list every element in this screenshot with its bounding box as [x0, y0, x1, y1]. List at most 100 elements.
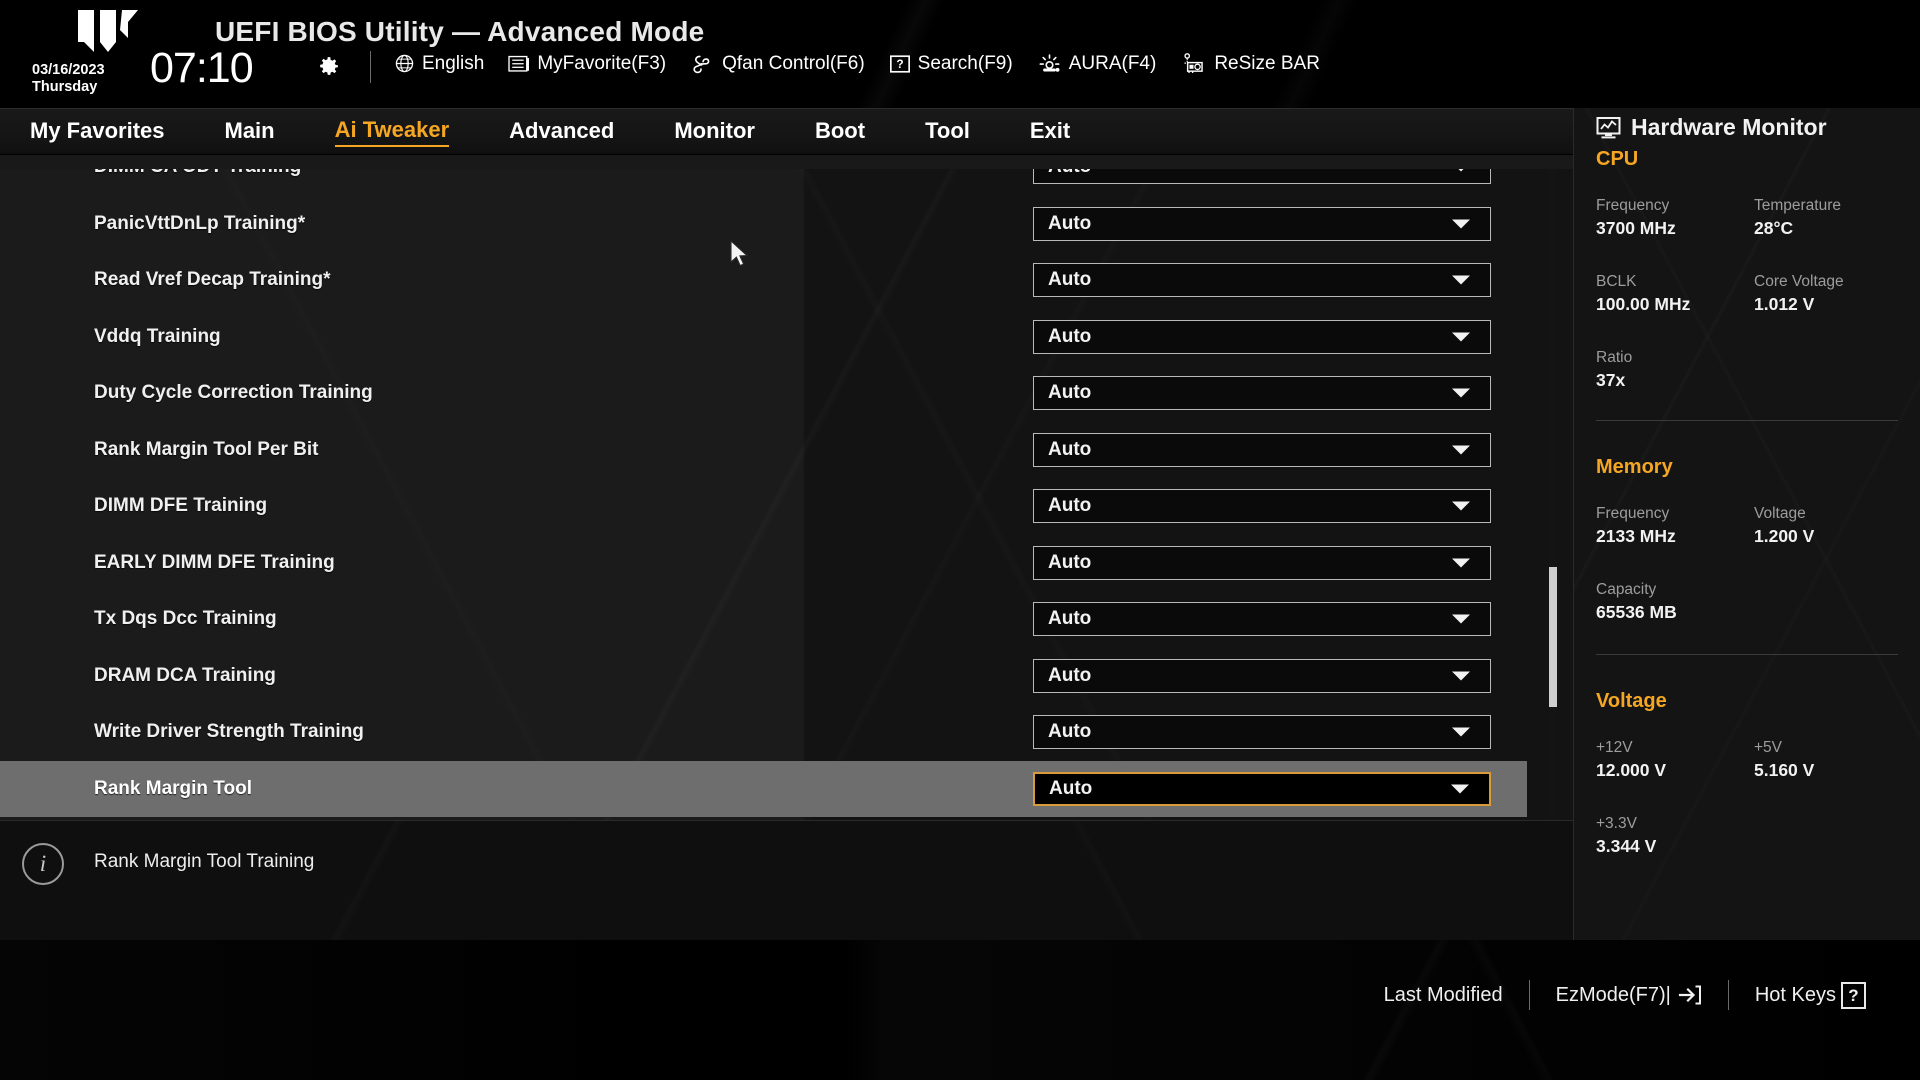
- setting-dropdown-value: Auto: [1048, 664, 1092, 686]
- hardware-monitor-title-label: Hardware Monitor: [1631, 114, 1827, 140]
- datetime-display: 03/16/2023 Thursday: [32, 62, 105, 96]
- hotkeys-button[interactable]: Hot Keys ?: [1729, 981, 1892, 1009]
- hw-field-key: +12V: [1596, 739, 1633, 756]
- nav-tab-main[interactable]: Main: [225, 118, 275, 146]
- setting-dropdown-value: Auto: [1049, 777, 1093, 799]
- setting-label: Write Driver Strength Training: [94, 721, 364, 742]
- chevron-down-icon[interactable]: [1452, 332, 1470, 341]
- setting-dropdown[interactable]: Auto: [1033, 376, 1491, 410]
- globe-icon: [395, 54, 414, 73]
- qfan-control-label: Qfan Control(F6): [722, 52, 865, 74]
- hw-field-key: +3.3V: [1596, 815, 1637, 832]
- setting-row[interactable]: Read Vref Decap Training* Auto: [0, 252, 1527, 308]
- chevron-down-icon[interactable]: [1452, 614, 1470, 624]
- hw-field-key: +5V: [1754, 739, 1783, 756]
- nav-tab-ai-tweaker[interactable]: Ai Tweaker: [334, 117, 450, 147]
- setting-label: Read Vref Decap Training*: [94, 269, 331, 290]
- setting-row[interactable]: EARLY DIMM DFE Training Auto: [0, 535, 1527, 591]
- ezmode-label: EzMode(F7)|: [1555, 983, 1671, 1006]
- hw-field-key: Voltage: [1754, 505, 1806, 522]
- setting-dropdown-value: Auto: [1048, 269, 1092, 290]
- chevron-down-icon[interactable]: [1452, 219, 1470, 228]
- footer-background: [0, 940, 1920, 1080]
- date-text: 03/16/2023: [32, 62, 105, 78]
- nav-tab-advanced[interactable]: Advanced: [509, 118, 614, 146]
- setting-row[interactable]: Rank Margin Tool Auto: [0, 760, 1527, 817]
- setting-dropdown[interactable]: Auto: [1033, 715, 1491, 749]
- hardware-monitor-panel: Hardware Monitor CPU Frequency 3700 MHz Tem…: [1573, 108, 1920, 940]
- setting-dropdown[interactable]: Auto: [1033, 545, 1491, 580]
- setting-dropdown[interactable]: Auto: [1033, 771, 1491, 806]
- setting-dropdown[interactable]: Auto: [1033, 489, 1491, 523]
- setting-row[interactable]: Write Driver Strength Training Auto: [0, 704, 1527, 760]
- gear-icon[interactable]: [316, 54, 341, 79]
- chevron-down-icon[interactable]: [1452, 671, 1470, 680]
- chevron-down-icon[interactable]: [1452, 445, 1470, 454]
- setting-dropdown[interactable]: Auto: [1033, 319, 1491, 354]
- search-button[interactable]: ? Search(F9): [889, 53, 1013, 75]
- setting-dropdown-value: Auto: [1048, 325, 1092, 347]
- setting-row[interactable]: Vddq Training Auto: [0, 309, 1527, 365]
- setting-dropdown[interactable]: Auto: [1033, 432, 1491, 467]
- question-box-icon: ?: [889, 54, 910, 73]
- nav-tab-boot[interactable]: Boot: [815, 118, 865, 146]
- setting-dropdown-value: Auto: [1048, 212, 1092, 234]
- fan-icon: [693, 55, 710, 73]
- chevron-down-icon[interactable]: [1452, 558, 1470, 567]
- hw-section-title-cpu: CPU: [1596, 148, 1639, 170]
- hw-field-key: Core Voltage: [1754, 273, 1844, 290]
- myfavorite-label: MyFavorite(F3): [537, 52, 667, 74]
- hw-field: +3.3V 3.344 V: [1596, 814, 1656, 858]
- setting-row[interactable]: Tx Dqs Dcc Training Auto: [0, 591, 1527, 647]
- nav-tab-my-favorites[interactable]: My Favorites: [30, 118, 165, 146]
- last-modified-button[interactable]: Last Modified: [1358, 984, 1529, 1007]
- header-bar: UEFI BIOS Utility — Advanced Mode 03/16/…: [0, 0, 1920, 108]
- nav-tab-exit[interactable]: Exit: [1030, 118, 1070, 146]
- scrollbar-track[interactable]: [1549, 155, 1557, 820]
- gpu-card-icon: [1184, 53, 1204, 74]
- hw-field-value: 12.000 V: [1596, 760, 1667, 780]
- setting-row[interactable]: PanicVttDnLp Training* Auto: [0, 196, 1527, 252]
- setting-row[interactable]: DIMM DFE Training Auto: [0, 478, 1527, 534]
- setting-row[interactable]: Rank Margin Tool Per Bit Auto: [0, 422, 1527, 478]
- setting-dropdown[interactable]: Auto: [1033, 658, 1491, 693]
- hw-field-value: 1.200 V: [1754, 526, 1815, 546]
- myfavorite-button[interactable]: MyFavorite(F3): [508, 53, 666, 75]
- chevron-down-icon[interactable]: [1452, 275, 1470, 285]
- setting-dropdown[interactable]: Auto: [1033, 206, 1491, 241]
- bios-screen: UEFI BIOS Utility — Advanced Mode 03/16/…: [0, 0, 1920, 1080]
- hw-field-key: Frequency: [1596, 505, 1670, 522]
- hw-field-value: 28°C: [1754, 218, 1794, 238]
- nav-tab-tool[interactable]: Tool: [925, 118, 970, 146]
- list-icon: [508, 55, 530, 72]
- setting-row[interactable]: Duty Cycle Correction Training Auto: [0, 365, 1527, 421]
- setting-label: Rank Margin Tool: [94, 777, 252, 799]
- tuf-logo-icon: [78, 10, 138, 52]
- hw-field: Temperature 28°C: [1754, 196, 1841, 240]
- hw-field: Core Voltage 1.012 V: [1754, 272, 1844, 316]
- list-top-mask: [0, 155, 1573, 169]
- hw-field: +5V 5.160 V: [1754, 738, 1814, 782]
- hotkeys-badge: ?: [1841, 981, 1866, 1009]
- setting-row[interactable]: DRAM DCA Training Auto: [0, 648, 1527, 704]
- resize-bar-button[interactable]: ReSize BAR: [1180, 52, 1320, 75]
- chevron-down-icon[interactable]: [1452, 388, 1470, 398]
- scrollbar-thumb[interactable]: [1549, 567, 1557, 707]
- hw-section-divider: [1596, 654, 1898, 655]
- hw-field: Voltage 1.200 V: [1754, 504, 1814, 548]
- nav-tab-monitor[interactable]: Monitor: [674, 118, 755, 146]
- qfan-control-button[interactable]: Qfan Control(F6): [690, 53, 865, 75]
- page-title: UEFI BIOS Utility — Advanced Mode: [215, 16, 705, 47]
- chevron-down-icon[interactable]: [1452, 501, 1470, 511]
- aura-label: AURA(F4): [1068, 52, 1157, 74]
- chevron-down-icon[interactable]: [1452, 727, 1470, 737]
- language-button[interactable]: English: [394, 53, 484, 75]
- chevron-down-icon[interactable]: [1451, 784, 1469, 793]
- clock-text: 07:10: [150, 44, 254, 92]
- setting-label: DRAM DCA Training: [94, 664, 276, 686]
- setting-dropdown[interactable]: Auto: [1033, 602, 1491, 636]
- weekday-text: Thursday: [32, 79, 98, 95]
- setting-dropdown[interactable]: Auto: [1033, 263, 1491, 297]
- ezmode-button[interactable]: EzMode(F7)|: [1530, 983, 1728, 1007]
- aura-button[interactable]: AURA(F4): [1037, 52, 1157, 75]
